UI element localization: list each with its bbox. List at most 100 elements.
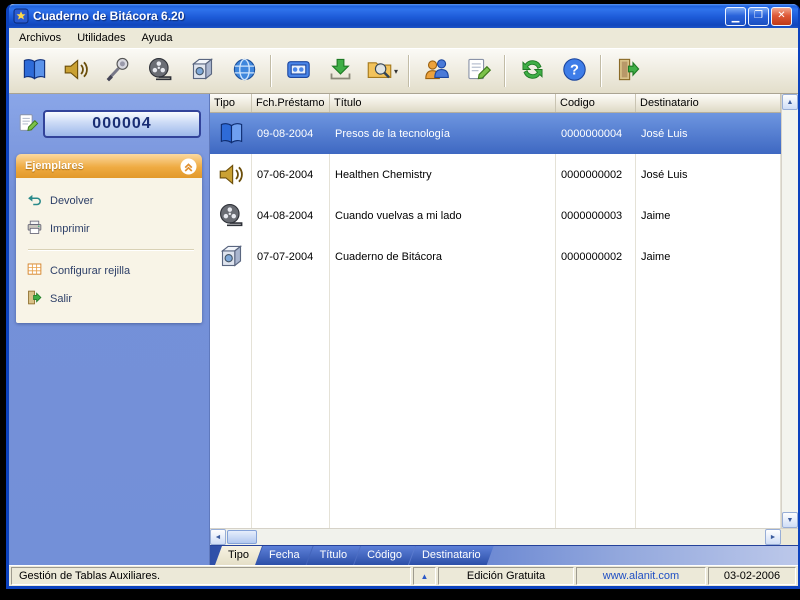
menu-utilidades[interactable]: Utilidades bbox=[69, 29, 133, 47]
software-box-icon bbox=[210, 236, 252, 277]
toolbar-refresh-button[interactable] bbox=[512, 52, 552, 90]
record-number: 000004 bbox=[43, 110, 201, 138]
toolbar: ▾ ? bbox=[9, 49, 798, 94]
scroll-track[interactable] bbox=[782, 110, 798, 512]
status-website-link[interactable]: www.alanit.com bbox=[576, 567, 706, 585]
vertical-scrollbar[interactable]: ▲ ▼ bbox=[781, 94, 798, 528]
sidebar-item-label: Salir bbox=[50, 293, 72, 305]
toolbar-exit-button[interactable] bbox=[608, 52, 648, 90]
status-edition: Edición Gratuita bbox=[438, 567, 574, 585]
column-header-codigo[interactable]: Codigo bbox=[556, 94, 636, 112]
cell-date: 04-08-2004 bbox=[252, 195, 330, 236]
column-header-destinatario[interactable]: Destinatario bbox=[636, 94, 781, 112]
collapse-chevron-icon[interactable] bbox=[180, 158, 197, 175]
scroll-thumb[interactable] bbox=[227, 530, 257, 544]
toolbar-software-box-button[interactable] bbox=[182, 52, 222, 90]
cell-date: 07-06-2004 bbox=[252, 154, 330, 195]
scroll-track[interactable] bbox=[258, 529, 765, 545]
status-up-arrow-icon[interactable]: ▲ bbox=[413, 567, 436, 585]
cell-code: 0000000004 bbox=[556, 113, 636, 154]
cell-recipient: Jaime bbox=[636, 195, 781, 236]
toolbar-book-button[interactable] bbox=[14, 52, 54, 90]
cell-code: 0000000003 bbox=[556, 195, 636, 236]
sidebar-item-configurar-rejilla[interactable]: Configurar rejilla bbox=[26, 257, 196, 285]
table-row[interactable]: 04-08-2004 Cuando vuelvas a mi lado 0000… bbox=[210, 195, 781, 236]
toolbar-film-reel-button[interactable] bbox=[140, 52, 180, 90]
cell-recipient: José Luis bbox=[636, 154, 781, 195]
toolbar-import-button[interactable] bbox=[320, 52, 360, 90]
toolbar-separator bbox=[600, 55, 602, 87]
toolbar-notes-button[interactable] bbox=[458, 52, 498, 90]
table-body: 09-08-2004 Presos de la tecnología 00000… bbox=[210, 113, 781, 528]
globe-icon bbox=[231, 56, 258, 86]
minimize-button[interactable]: ▁ bbox=[725, 7, 746, 26]
close-button[interactable]: ✕ bbox=[771, 7, 792, 26]
scroll-up-button[interactable]: ▲ bbox=[782, 94, 798, 110]
scroll-right-button[interactable]: ► bbox=[765, 529, 781, 545]
menu-archivos[interactable]: Archivos bbox=[11, 29, 69, 47]
tab-tipo[interactable]: Tipo bbox=[215, 546, 262, 565]
table-header: Tipo Fch.Préstamo Título Codigo Destinat… bbox=[210, 94, 781, 113]
sidebar-item-salir[interactable]: Salir bbox=[26, 285, 196, 313]
toolbar-search-button[interactable]: ▾ bbox=[362, 52, 402, 90]
toolbar-video-box-button[interactable] bbox=[278, 52, 318, 90]
toolbar-globe-button[interactable] bbox=[224, 52, 264, 90]
video-box-icon bbox=[285, 56, 312, 86]
tab-destinatario[interactable]: Destinatario bbox=[409, 546, 494, 565]
exit-icon bbox=[615, 56, 642, 86]
window-title: Cuaderno de Bitácora 6.20 bbox=[33, 9, 721, 23]
status-message: Gestión de Tablas Auxiliares. bbox=[11, 567, 411, 585]
column-header-tipo[interactable]: Tipo bbox=[210, 94, 252, 112]
main-area: 000004 Ejemplares Devolver Imp bbox=[9, 94, 798, 565]
content-pane: Tipo Fch.Préstamo Título Codigo Destinat… bbox=[209, 94, 798, 565]
tab-fecha[interactable]: Fecha bbox=[256, 546, 313, 565]
scrollbar-corner bbox=[781, 529, 798, 545]
book-icon bbox=[21, 56, 48, 86]
app-window: Cuaderno de Bitácora 6.20 ▁ ❐ ✕ Archivos… bbox=[6, 4, 800, 589]
cell-title: Cuando vuelvas a mi lado bbox=[330, 195, 556, 236]
toolbar-separator bbox=[270, 55, 272, 87]
film-reel-icon bbox=[210, 195, 252, 236]
app-icon bbox=[13, 8, 29, 24]
table-row[interactable]: 09-08-2004 Presos de la tecnología 00000… bbox=[210, 113, 781, 154]
index-tab-strip: Tipo Fecha Título Código Destinatario bbox=[210, 545, 798, 565]
scroll-down-button[interactable]: ▼ bbox=[782, 512, 798, 528]
status-date: 03-02-2006 bbox=[708, 567, 796, 585]
tab-titulo[interactable]: Título bbox=[307, 546, 361, 565]
cell-title: Healthen Chemistry bbox=[330, 154, 556, 195]
maximize-button[interactable]: ❐ bbox=[748, 7, 769, 26]
menu-ayuda[interactable]: Ayuda bbox=[134, 29, 181, 47]
dropdown-arrow-icon: ▾ bbox=[394, 67, 398, 76]
toolbar-speaker-button[interactable] bbox=[56, 52, 96, 90]
sidebar-item-label: Devolver bbox=[50, 195, 93, 207]
notes-icon bbox=[465, 56, 492, 86]
refresh-icon bbox=[519, 56, 546, 86]
panel-title: Ejemplares bbox=[25, 160, 84, 172]
return-icon bbox=[26, 191, 43, 211]
column-header-titulo[interactable]: Título bbox=[330, 94, 556, 112]
cell-recipient: Jaime bbox=[636, 236, 781, 277]
record-notes-icon bbox=[17, 112, 39, 137]
users-icon bbox=[423, 56, 450, 86]
sidebar: 000004 Ejemplares Devolver Imp bbox=[9, 94, 209, 565]
tab-codigo[interactable]: Código bbox=[354, 546, 415, 565]
sidebar-item-devolver[interactable]: Devolver bbox=[26, 187, 196, 215]
speaker-icon bbox=[63, 56, 90, 86]
column-header-fch-prestamo[interactable]: Fch.Préstamo bbox=[252, 94, 330, 112]
toolbar-separator bbox=[408, 55, 410, 87]
scroll-left-button[interactable]: ◄ bbox=[210, 529, 226, 545]
panel-body: Devolver Imprimir Configurar rejilla Sal… bbox=[16, 178, 202, 323]
window-controls: ▁ ❐ ✕ bbox=[725, 7, 792, 26]
toolbar-microphone-button[interactable] bbox=[98, 52, 138, 90]
sidebar-item-imprimir[interactable]: Imprimir bbox=[26, 215, 196, 243]
svg-text:?: ? bbox=[570, 63, 579, 79]
horizontal-scrollbar[interactable]: ◄ ► bbox=[210, 528, 798, 545]
panel-header: Ejemplares bbox=[16, 154, 202, 178]
toolbar-help-button[interactable]: ? bbox=[554, 52, 594, 90]
table-row[interactable]: 07-06-2004 Healthen Chemistry 0000000002… bbox=[210, 154, 781, 195]
toolbar-users-button[interactable] bbox=[416, 52, 456, 90]
ejemplares-panel: Ejemplares Devolver Imprimir bbox=[16, 154, 202, 323]
cell-title: Cuaderno de Bitácora bbox=[330, 236, 556, 277]
cell-code: 0000000002 bbox=[556, 236, 636, 277]
table-row[interactable]: 07-07-2004 Cuaderno de Bitácora 00000000… bbox=[210, 236, 781, 277]
